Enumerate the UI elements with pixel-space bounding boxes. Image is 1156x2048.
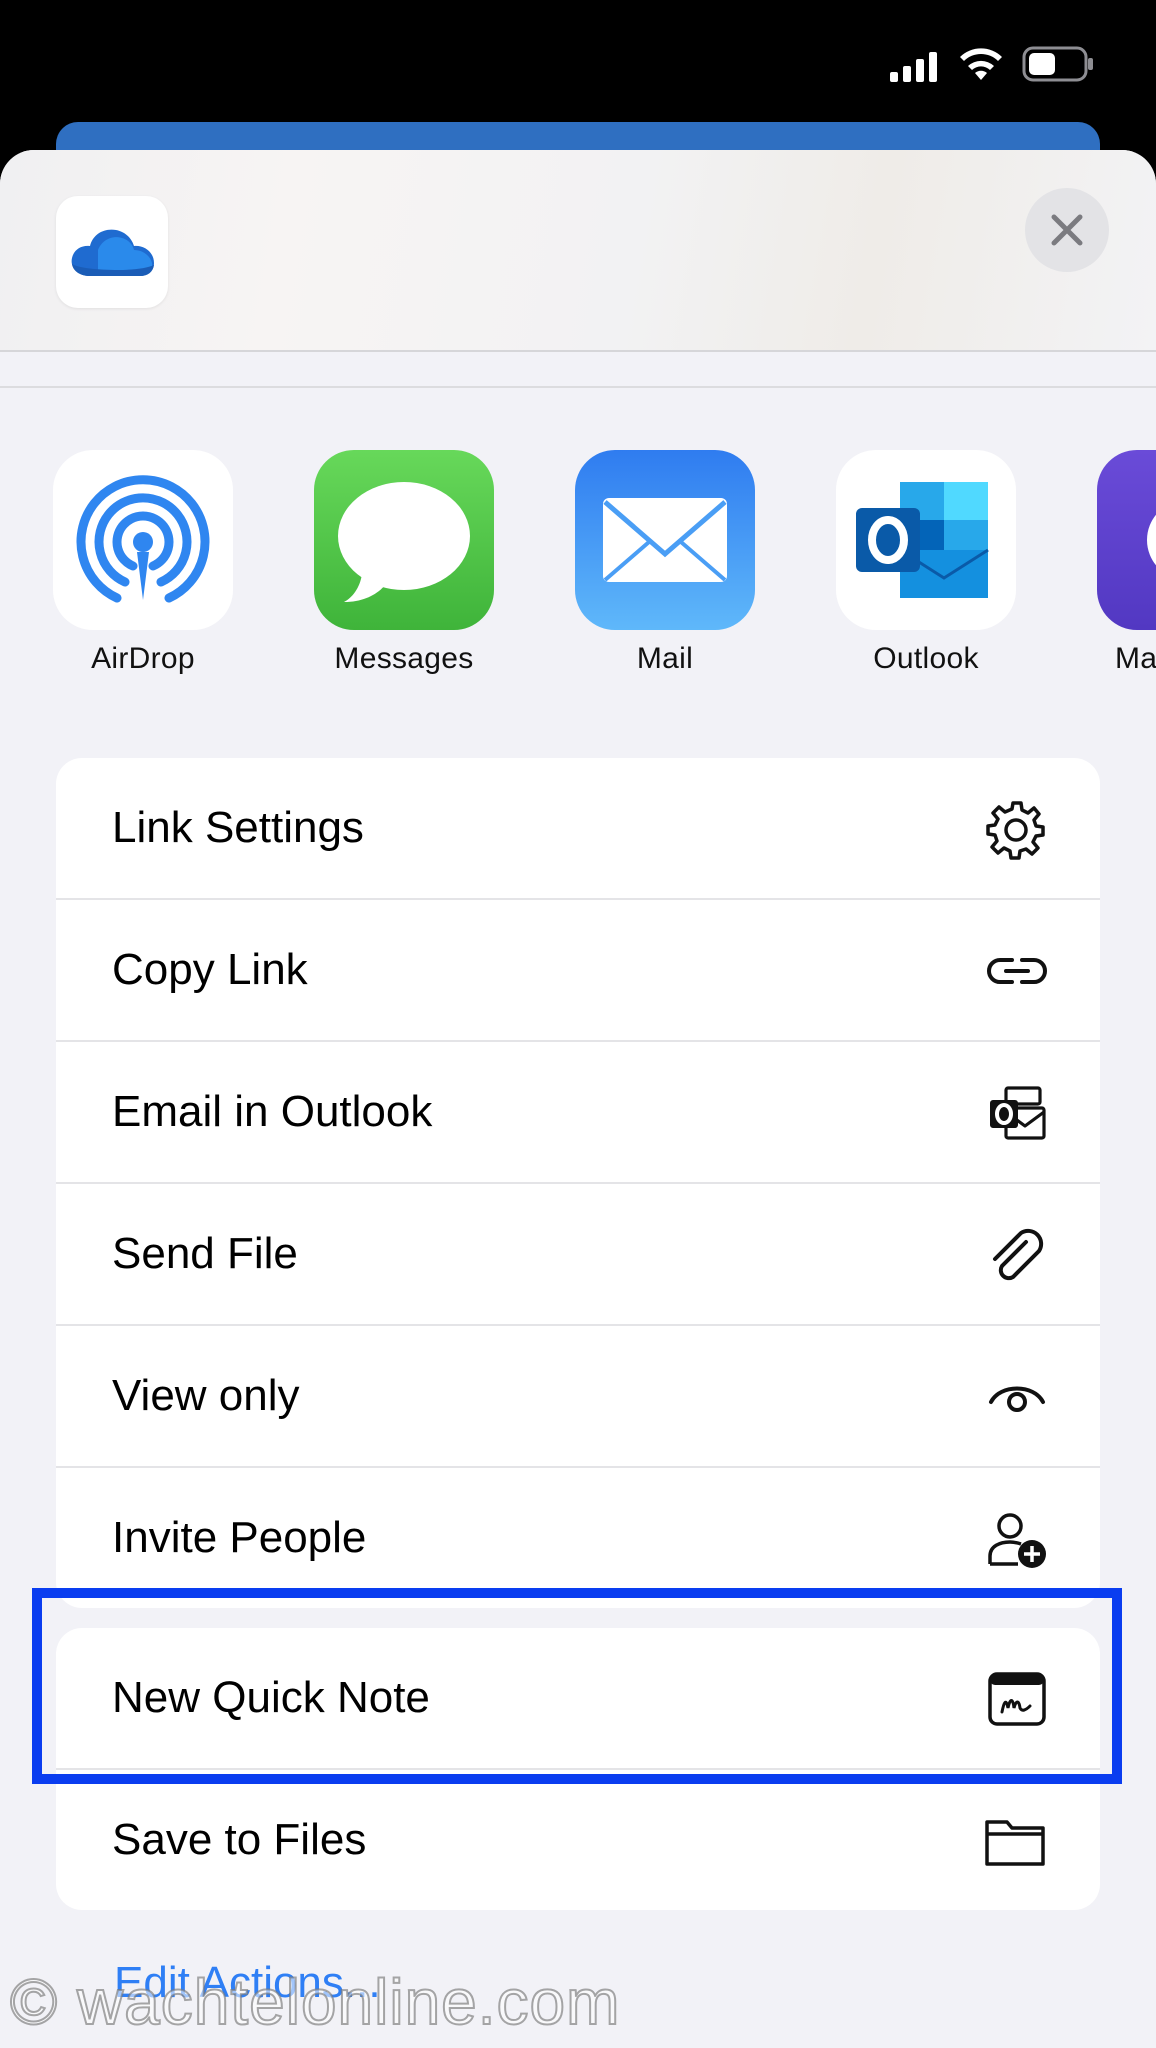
sheet-header bbox=[0, 150, 1156, 352]
share-app-label: Messages bbox=[334, 642, 474, 675]
action-label: Save to Files bbox=[112, 1815, 367, 1864]
action-email-in-outlook[interactable]: Email in Outlook bbox=[56, 1042, 1100, 1184]
section-divider bbox=[0, 386, 1156, 388]
share-app-mail[interactable]: Mail bbox=[575, 450, 755, 690]
quick-note-icon bbox=[988, 1672, 1046, 1726]
action-label: New Quick Note bbox=[112, 1673, 430, 1722]
action-label: Send File bbox=[112, 1229, 298, 1278]
action-view-only[interactable]: View only bbox=[56, 1326, 1100, 1468]
share-sheet: AirDrop Messages Mail Outlook Ma Link Se… bbox=[0, 150, 1156, 2048]
gear-icon bbox=[986, 801, 1045, 860]
paperclip-icon bbox=[993, 1228, 1044, 1281]
mail-icon bbox=[575, 450, 755, 630]
action-label: Link Settings bbox=[112, 803, 364, 852]
watermark: © wachtelonline.com bbox=[9, 1965, 621, 2039]
action-label: Email in Outlook bbox=[112, 1087, 433, 1136]
partial-app-icon bbox=[1097, 450, 1156, 630]
action-label: Copy Link bbox=[112, 945, 308, 994]
actions-group-1: Link Settings Copy Link Email in Outlook bbox=[56, 758, 1100, 1608]
onedrive-cloud-icon bbox=[56, 196, 168, 308]
action-copy-link[interactable]: Copy Link bbox=[56, 900, 1100, 1042]
actions-group-2: New Quick Note Save to Files bbox=[56, 1628, 1100, 1910]
share-app-label: Ma bbox=[1115, 642, 1156, 675]
close-icon bbox=[1051, 214, 1083, 246]
messages-icon bbox=[314, 450, 494, 630]
share-app-label: Outlook bbox=[873, 642, 979, 675]
action-new-quick-note[interactable]: New Quick Note bbox=[56, 1628, 1100, 1770]
wifi-icon bbox=[960, 48, 1002, 80]
share-app-label: AirDrop bbox=[91, 642, 195, 675]
action-link-settings[interactable]: Link Settings bbox=[56, 758, 1100, 900]
share-app-messages[interactable]: Messages bbox=[314, 450, 494, 690]
action-send-file[interactable]: Send File bbox=[56, 1184, 1100, 1326]
outlook-icon bbox=[836, 450, 1016, 630]
close-button[interactable] bbox=[1025, 188, 1109, 272]
action-label: Invite People bbox=[112, 1513, 367, 1562]
action-invite-people[interactable]: Invite People bbox=[56, 1468, 1100, 1608]
share-app-label: Mail bbox=[636, 642, 694, 675]
share-app-airdrop[interactable]: AirDrop bbox=[53, 450, 233, 690]
folder-icon bbox=[985, 1820, 1045, 1866]
eye-icon bbox=[989, 1386, 1045, 1412]
action-save-to-files[interactable]: Save to Files bbox=[56, 1770, 1100, 1910]
status-bar bbox=[0, 0, 1156, 125]
airdrop-icon bbox=[53, 450, 233, 630]
person-add-icon bbox=[988, 1513, 1046, 1568]
share-app-outlook[interactable]: Outlook bbox=[836, 450, 1016, 690]
link-icon bbox=[987, 958, 1047, 984]
action-label: View only bbox=[112, 1371, 300, 1420]
cellular-signal-icon bbox=[890, 52, 937, 82]
share-app-partial[interactable]: Ma bbox=[1097, 450, 1156, 690]
battery-icon bbox=[1022, 46, 1093, 82]
outlook-mail-icon bbox=[990, 1086, 1046, 1140]
